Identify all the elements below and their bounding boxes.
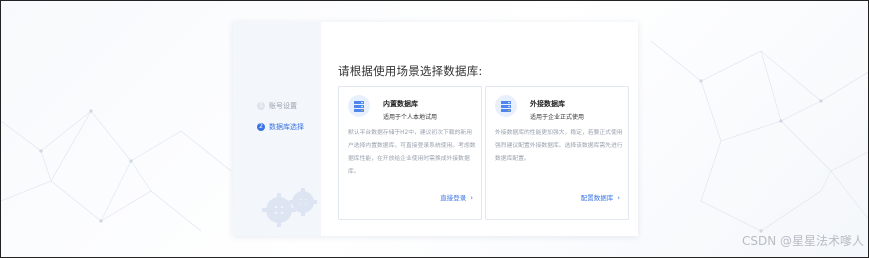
configure-database-link[interactable]: 配置数据库 › xyxy=(581,192,620,202)
watermark: CSDN @星星法术嗲人 xyxy=(741,234,864,248)
link-label: 直接登录 xyxy=(440,194,467,202)
step-label: 账号设置 xyxy=(269,102,297,110)
chevron-right-icon: › xyxy=(470,194,473,202)
card-description: 外接数据库的性能更加强大，稳定，若要正式使用强烈建议配置外接数据库。选择该数据库… xyxy=(495,130,623,162)
external-database-card[interactable]: 外接数据库 适用于企业正式使用 外接数据库的性能更加强大，稳定，若要正式使用强烈… xyxy=(485,86,629,220)
step-number: 2 xyxy=(257,123,265,131)
database-icon xyxy=(495,95,517,117)
card-subtitle: 适用于企业正式使用 xyxy=(530,114,585,121)
database-icon xyxy=(348,95,370,117)
step-database-select[interactable]: 2 数据库选择 xyxy=(257,122,304,132)
card-title: 外接数据库 xyxy=(530,100,565,108)
gears-icon xyxy=(262,188,317,227)
direct-login-link[interactable]: 直接登录 › xyxy=(440,192,473,202)
steps-sidebar: 1 账号设置 2 数据库选择 xyxy=(233,22,321,236)
card-description: 默认平台数据存储于H2中，建议初次下载的新用户选择内置数据库，可直接登录系统使用… xyxy=(348,130,476,175)
step-account-settings[interactable]: 1 账号设置 xyxy=(257,101,297,111)
card-title: 内置数据库 xyxy=(383,100,418,108)
page-title: 请根据使用场景选择数据库: xyxy=(338,64,483,78)
link-label: 配置数据库 xyxy=(580,194,614,202)
database-select-dialog: 1 账号设置 2 数据库选择 请根据使用场景选择数据库: 内置数据库 适用于个人… xyxy=(233,22,638,236)
builtin-database-card[interactable]: 内置数据库 适用于个人本地试用 默认平台数据存储于H2中，建议初次下载的新用户选… xyxy=(338,86,482,220)
card-subtitle: 适用于个人本地试用 xyxy=(383,114,438,121)
chevron-right-icon: › xyxy=(617,194,620,202)
step-label: 数据库选择 xyxy=(269,123,304,131)
main-panel: 请根据使用场景选择数据库: 内置数据库 适用于个人本地试用 默认平台数据存储于H… xyxy=(321,22,638,236)
step-number: 1 xyxy=(257,102,265,110)
screenshot-frame: 1 账号设置 2 数据库选择 请根据使用场景选择数据库: 内置数据库 适用于个人… xyxy=(0,0,869,258)
